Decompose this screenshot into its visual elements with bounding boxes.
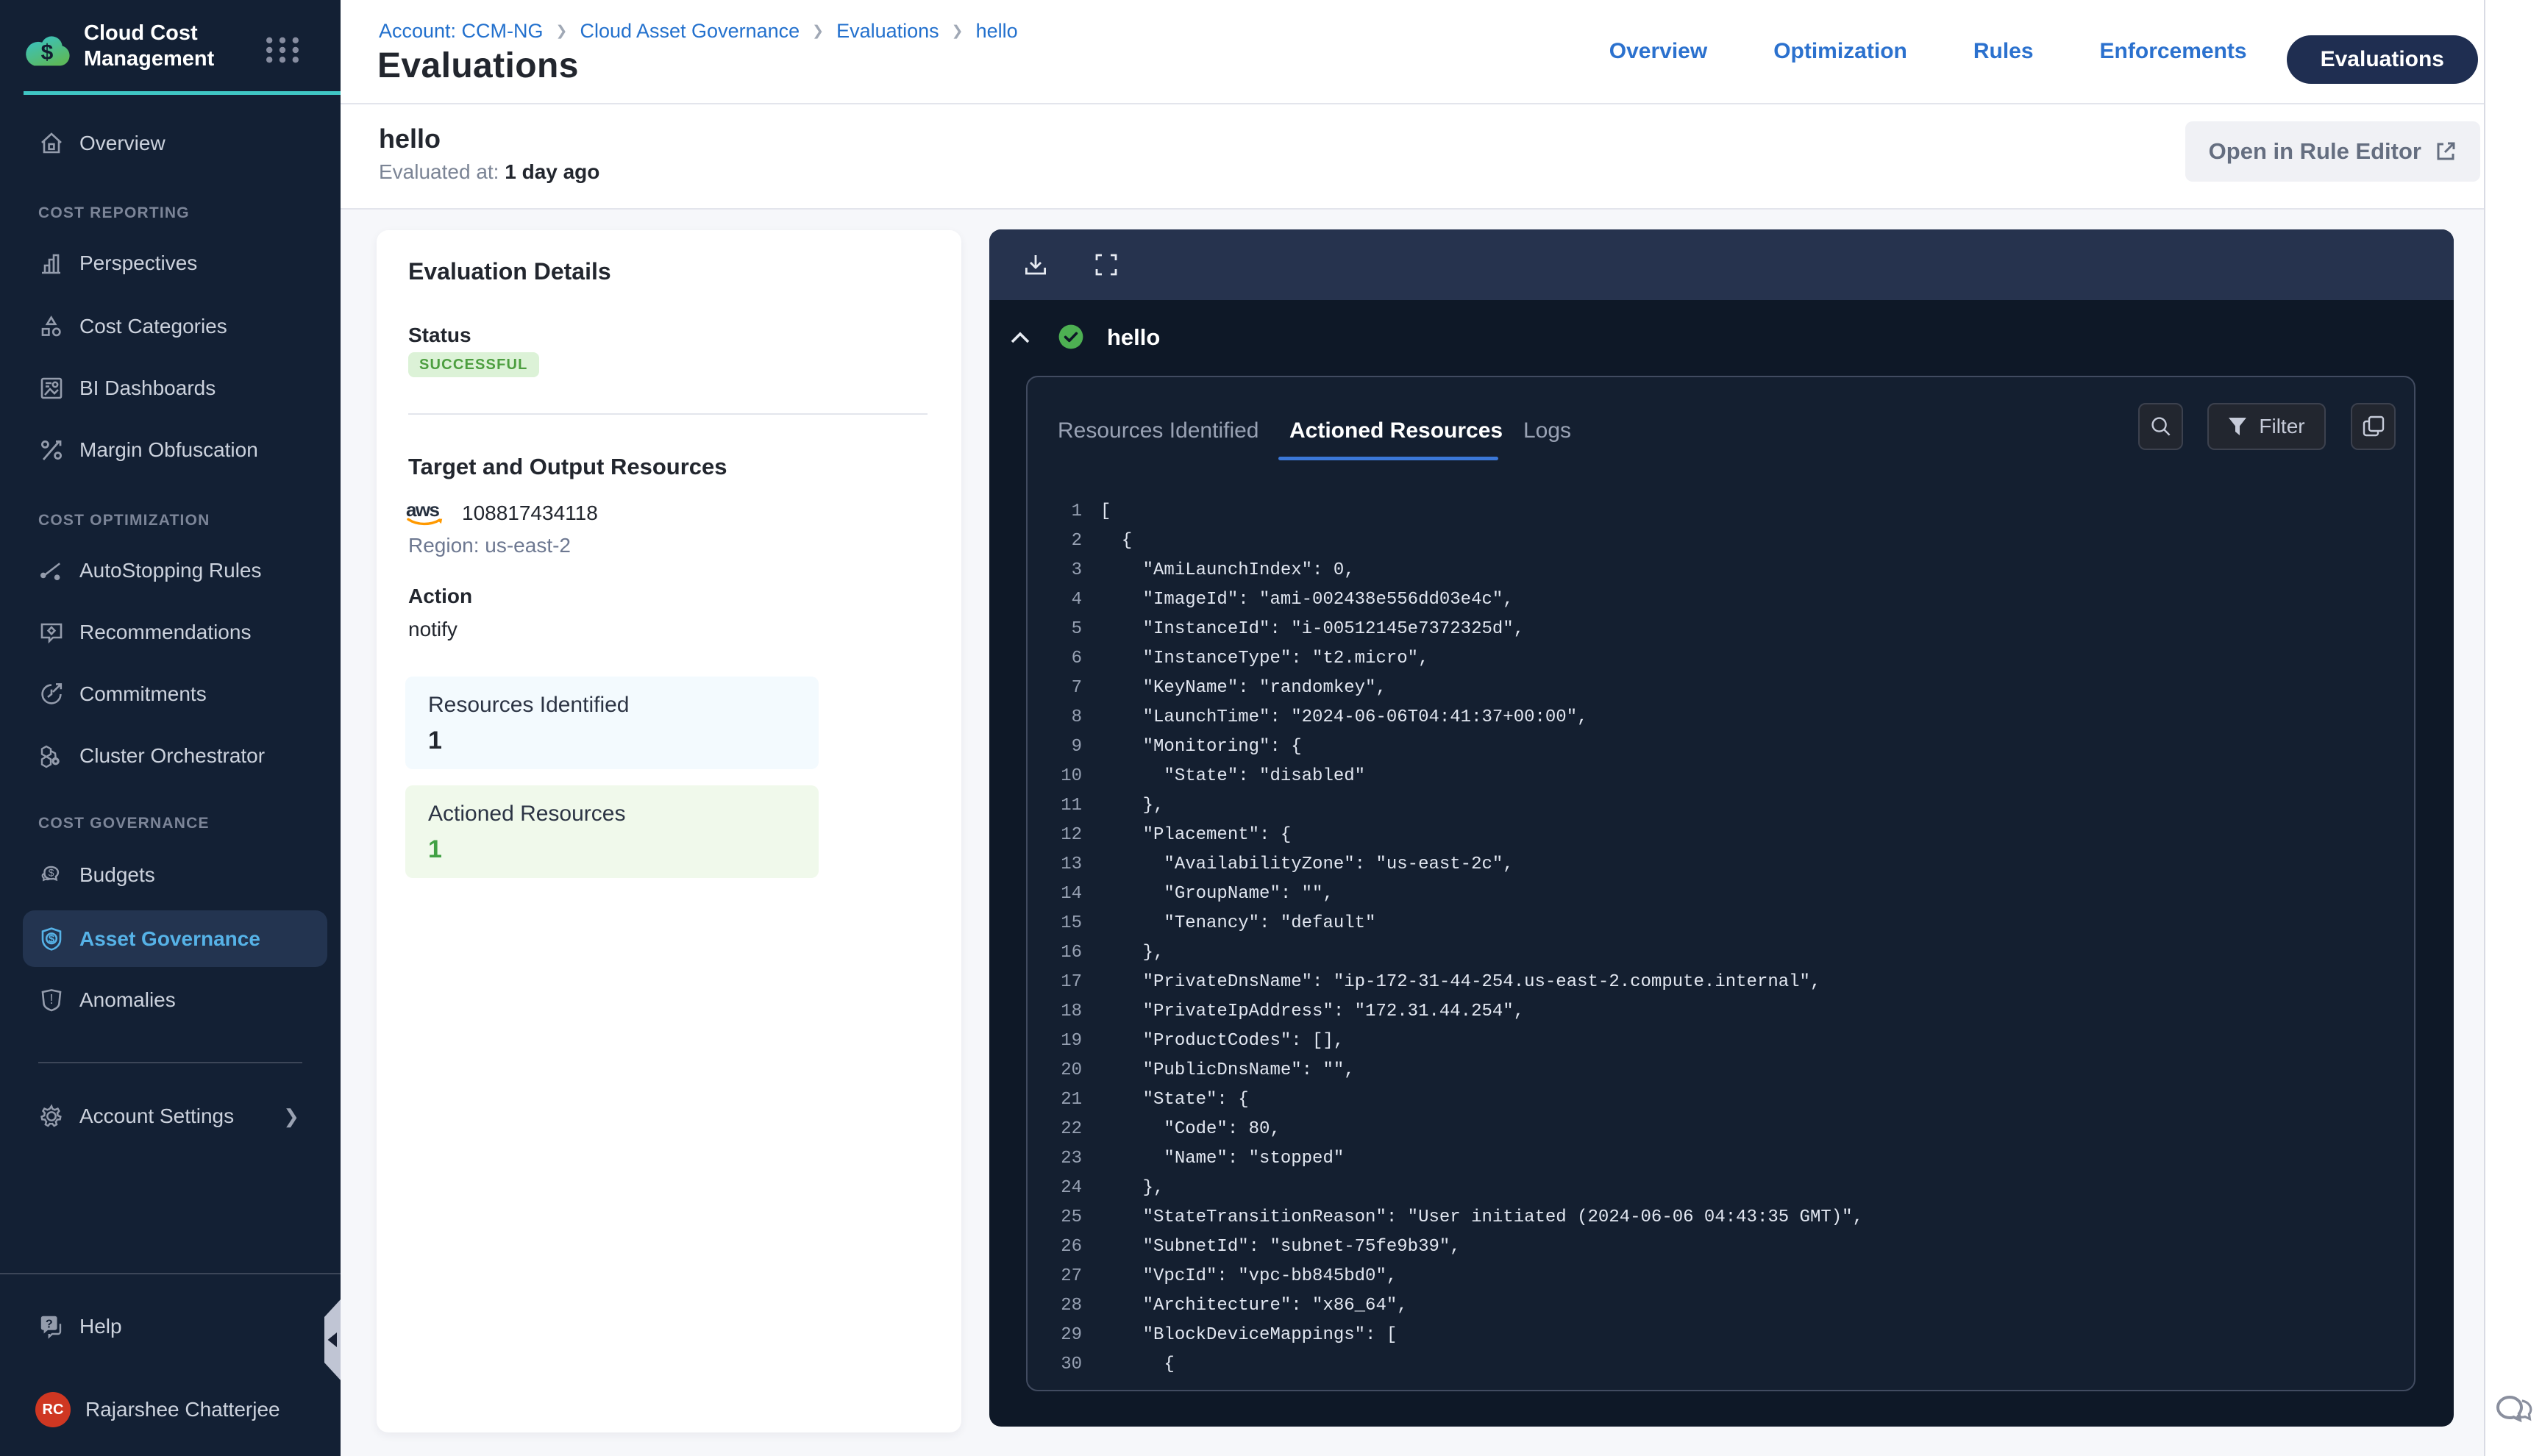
svg-text:aws: aws (406, 499, 439, 521)
svg-text:!: ! (49, 992, 53, 1007)
svg-text:?: ? (46, 1317, 53, 1330)
svg-text:$: $ (49, 868, 54, 879)
svg-text:$: $ (49, 932, 55, 945)
svg-text:$: $ (41, 40, 54, 65)
